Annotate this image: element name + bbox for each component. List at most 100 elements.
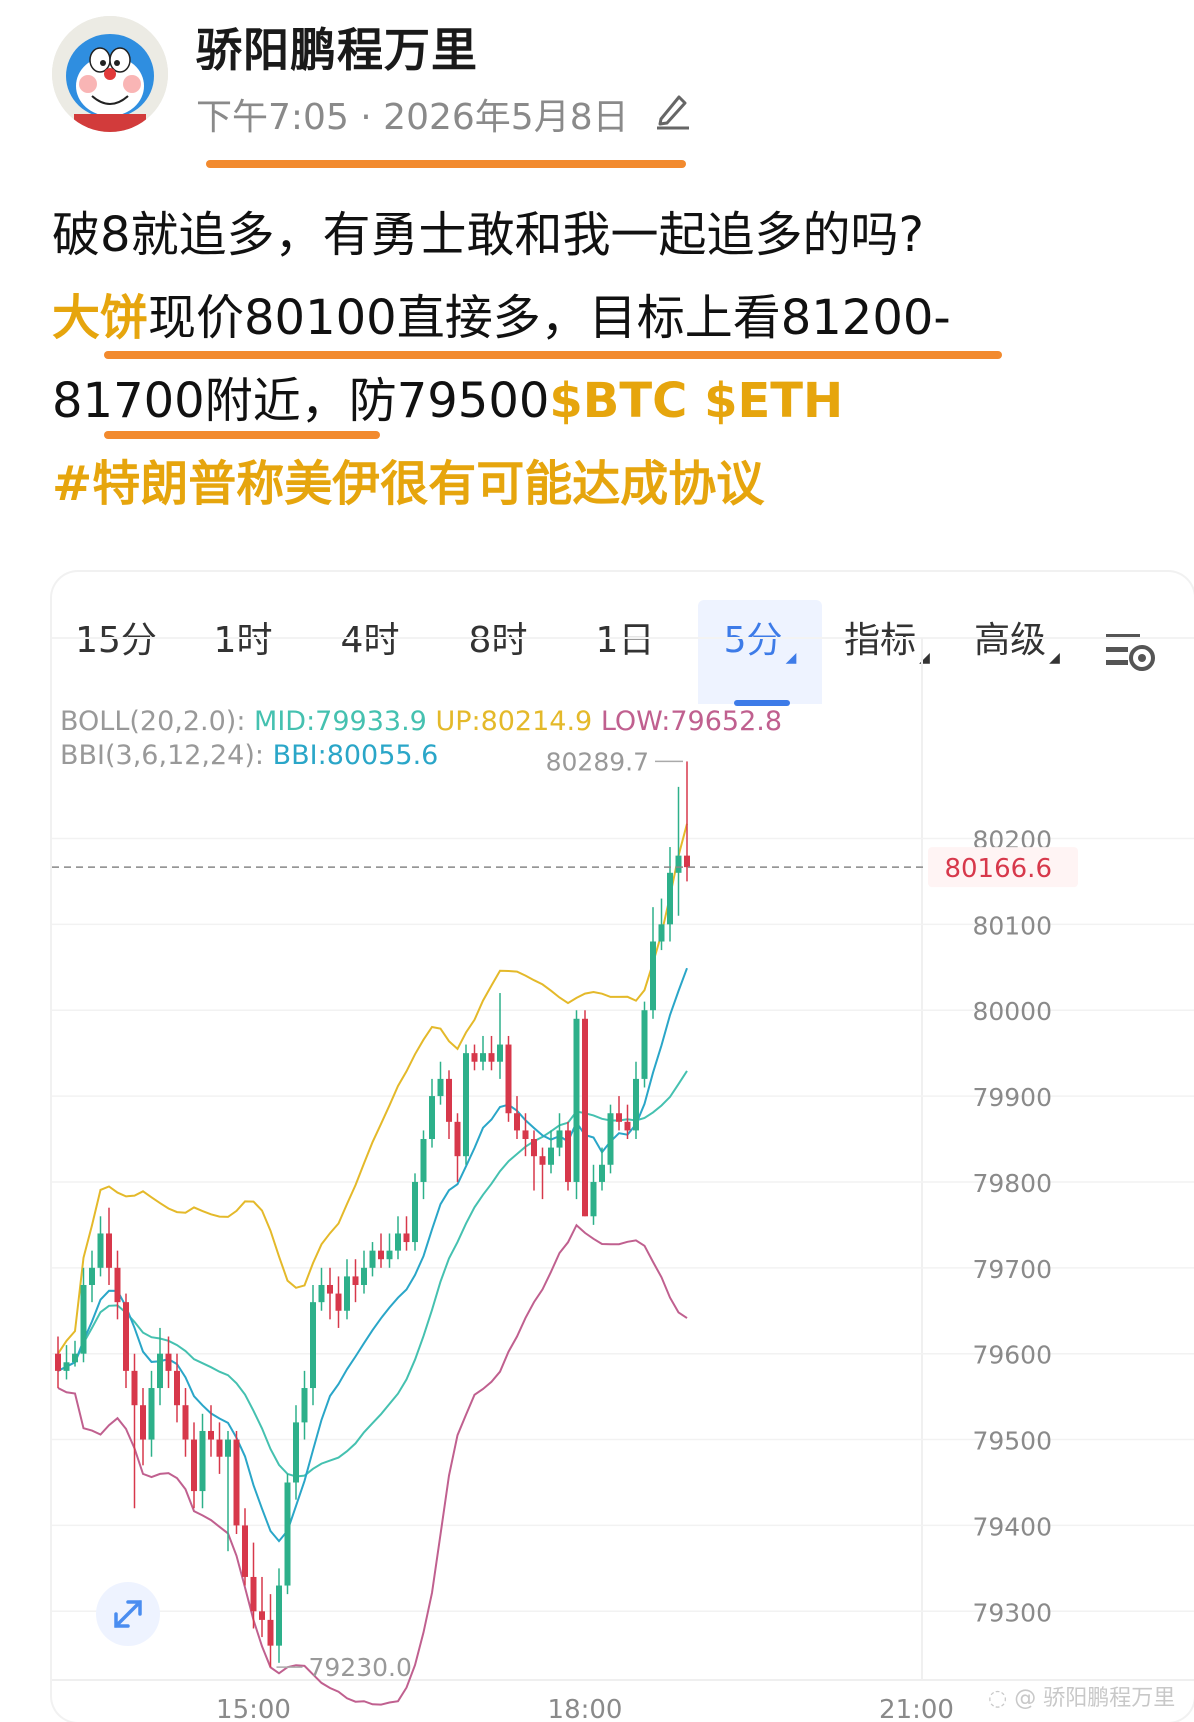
highlight-underline (104, 431, 380, 439)
candle-body (242, 1525, 248, 1577)
tab-interval[interactable]: 4时 (306, 600, 434, 704)
candle-body (174, 1370, 180, 1406)
y-tick-label: 80200 (972, 825, 1052, 854)
candle-body (650, 941, 656, 1011)
tab-interval[interactable]: 1日 (562, 600, 688, 704)
tab-interval[interactable]: 15分 (52, 600, 180, 704)
candle-body (157, 1353, 163, 1389)
candle-body (114, 1267, 121, 1303)
watermark-logo-icon: ◌ @ (988, 1686, 1044, 1711)
candle-body (80, 1284, 87, 1354)
chart-settings-icon[interactable] (1102, 628, 1158, 678)
candle-body (437, 1078, 444, 1097)
post-body: 破8就追多，有勇士敢和我一起追多的吗? 大饼现价80100直接多，目标上看812… (52, 194, 1162, 526)
candle-body (454, 1121, 461, 1157)
post-line-2: 大饼现价80100直接多，目标上看81200- (52, 277, 1162, 360)
candle-body (522, 1130, 529, 1140)
bbi-indicator: BBI(3,6,12,24): BBI:80055.6 (60, 740, 438, 771)
candle-body (72, 1353, 78, 1363)
candle-body (301, 1388, 308, 1423)
candle-body (131, 1370, 138, 1406)
candle-body (573, 1018, 580, 1182)
bbi-value: BBI:80055.6 (272, 740, 439, 771)
candle-body (386, 1250, 393, 1260)
candle-body (276, 1585, 282, 1646)
candle-body (284, 1482, 291, 1586)
doraemon-avatar-icon (52, 16, 168, 132)
candle-body (310, 1302, 316, 1389)
candle-body (369, 1250, 376, 1268)
candle-body (667, 872, 673, 925)
cashtags[interactable]: $BTC $ETH (549, 373, 843, 429)
expand-icon[interactable] (96, 1582, 160, 1646)
edit-icon[interactable] (651, 89, 693, 140)
candle-body (250, 1576, 257, 1612)
y-tick-label: 79400 (972, 1512, 1052, 1541)
post-line-2-text: 现价80100直接多，目标上看81200- (148, 290, 951, 346)
candle-body (335, 1293, 342, 1311)
hashtag-dabing[interactable]: 大饼 (52, 290, 148, 346)
candle-body (199, 1430, 206, 1492)
tab-interval[interactable]: 高级 ◢ (952, 600, 1082, 704)
candle-body (599, 1164, 605, 1182)
y-tick-label: 79600 (972, 1341, 1052, 1370)
boll-upper-line (57, 823, 688, 1355)
tab-interval[interactable]: 5分 ◢ (698, 600, 822, 704)
candle-body (675, 855, 682, 873)
candle-body (395, 1233, 401, 1251)
post-meta: 下午7:05 · 2026年5月8日 (196, 88, 693, 140)
low-price-label: 79230.0 (309, 1653, 412, 1682)
candle-body (531, 1139, 537, 1157)
caret-down-icon: ◢ (919, 650, 930, 666)
tab-label: 8时 (468, 620, 528, 661)
candle-body (633, 1078, 639, 1131)
candle-body (140, 1405, 146, 1440)
boll-up: UP:80214.9 (435, 706, 593, 737)
candle-body (616, 1113, 622, 1122)
candle-body (378, 1250, 384, 1260)
y-tick-label: 79500 (972, 1427, 1052, 1456)
candle-body (590, 1181, 597, 1217)
current-price-label: 80166.6 (944, 854, 1052, 884)
high-price-label: 80289.7 (546, 747, 649, 776)
candle-body (488, 1053, 495, 1062)
tab-interval[interactable]: 指标 ◢ (822, 600, 952, 704)
candle-body (123, 1302, 129, 1371)
boll-low: LOW:79652.8 (600, 706, 783, 737)
y-tick-label: 79800 (972, 1169, 1052, 1198)
avatar[interactable] (52, 16, 168, 132)
y-tick-label: 79900 (972, 1083, 1052, 1112)
y-tick-label: 80000 (972, 997, 1052, 1026)
current-price-tag (928, 847, 1078, 888)
candle-body (548, 1147, 554, 1165)
candle-body (259, 1611, 265, 1620)
candle-body (63, 1362, 70, 1371)
candle-body (556, 1130, 563, 1148)
caret-down-icon: ◢ (1049, 650, 1060, 666)
tab-label: 高级 (974, 620, 1047, 661)
author-name[interactable]: 骄阳鹏程万里 (196, 14, 478, 80)
candle-body (446, 1078, 452, 1122)
boll-mid-line (57, 1070, 688, 1478)
candle-body (352, 1276, 359, 1285)
candle-body (480, 1053, 486, 1062)
candle-body (497, 1044, 503, 1062)
tab-label: 4时 (340, 620, 400, 661)
candle-body (607, 1113, 614, 1165)
x-tick-label: 18:00 (548, 1695, 623, 1722)
topic-hashtag[interactable]: #特朗普称美伊很有可能达成协议 (52, 443, 1162, 526)
tab-interval[interactable]: 1时 (180, 600, 306, 704)
highlight-underline (206, 160, 686, 168)
watermark-text: 骄阳鹏程万里 (1043, 1686, 1176, 1711)
kline-chart-card: 15分 1时 4时 8时 1日 5分 ◢ 指标 ◢ 高级 ◢ BOLL(20,2.0): MID:7… (52, 572, 1194, 1722)
candle-body (684, 855, 690, 868)
tab-label: 15分 (75, 620, 157, 661)
candle-body (505, 1044, 512, 1114)
candle-body (97, 1233, 104, 1268)
tab-label: 5分 (723, 620, 783, 661)
candle-body (463, 1053, 469, 1157)
candle-body (267, 1619, 274, 1646)
tab-label: 1日 (595, 620, 655, 661)
tab-interval[interactable]: 8时 (434, 600, 562, 704)
candle-body (565, 1130, 571, 1182)
